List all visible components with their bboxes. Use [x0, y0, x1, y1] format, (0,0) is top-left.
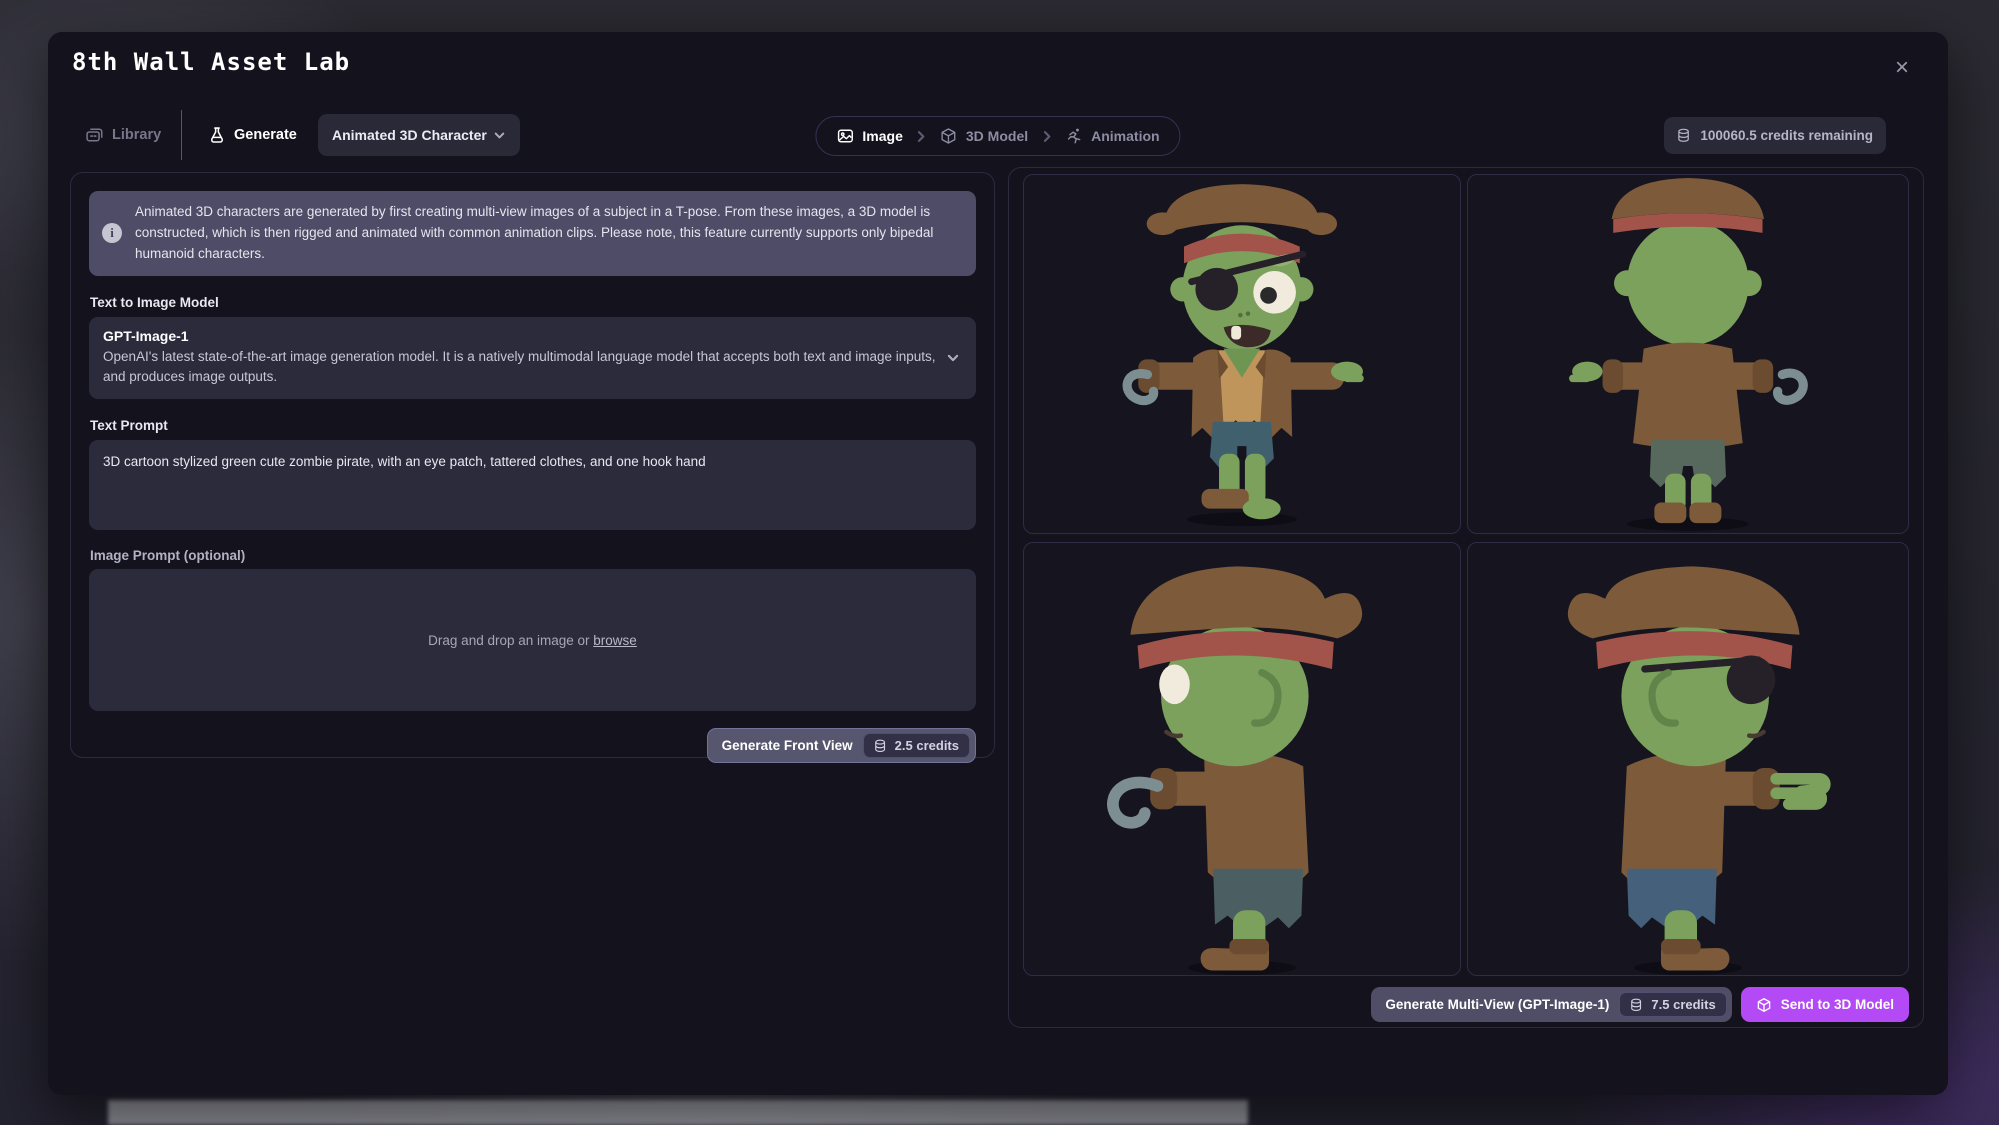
model-name: GPT-Image-1: [103, 328, 936, 344]
cube-icon: [1756, 997, 1772, 1013]
preview-tile-back-view[interactable]: [1467, 174, 1909, 534]
tab-generate[interactable]: Generate: [208, 113, 297, 157]
character-type-dropdown[interactable]: Animated 3D Character: [318, 114, 520, 156]
step-animation[interactable]: Animation: [1065, 127, 1159, 145]
background-floor-highlight: [108, 1100, 1248, 1125]
info-banner-text: Animated 3D characters are generated by …: [135, 202, 960, 265]
zombie-pirate-front-render: [1120, 175, 1364, 533]
generate-multiview-label: Generate Multi-View (GPT-Image-1): [1385, 997, 1609, 1012]
preview-grid: [1023, 174, 1909, 976]
page-title: 8th Wall Asset Lab: [72, 48, 350, 76]
zombie-pirate-left-side-render: [1098, 543, 1386, 975]
preview-tile-left-side-view[interactable]: [1023, 542, 1461, 976]
running-person-icon: [1065, 127, 1083, 145]
step-image[interactable]: Image: [836, 127, 902, 145]
image-dropzone[interactable]: Drag and drop an image or browse: [89, 569, 976, 711]
step-animation-label: Animation: [1091, 128, 1159, 144]
model-field-label: Text to Image Model: [90, 295, 976, 310]
text-to-image-model-select[interactable]: GPT-Image-1 OpenAI's latest state-of-the…: [89, 317, 976, 400]
multiview-cost: 7.5 credits: [1651, 997, 1715, 1012]
credits-remaining-text: 100060.5 credits remaining: [1700, 128, 1873, 143]
chevron-down-icon: [946, 351, 960, 365]
step-image-label: Image: [862, 128, 902, 144]
workflow-stepper: Image 3D Model: [815, 116, 1180, 156]
chevron-down-icon: [493, 129, 506, 142]
image-icon: [836, 127, 854, 145]
toolbar-divider: [181, 110, 182, 160]
flask-icon: [208, 126, 226, 144]
asset-lab-modal: 8th Wall Asset Lab × Library Generate: [48, 32, 1948, 1095]
close-button[interactable]: ×: [1886, 52, 1918, 84]
character-type-value: Animated 3D Character: [332, 127, 487, 143]
credits-remaining-badge: 100060.5 credits remaining: [1664, 117, 1886, 154]
zombie-pirate-back-render: [1566, 175, 1810, 533]
tab-library[interactable]: Library: [85, 113, 161, 157]
toolbar: Library Generate Animated 3D Character: [48, 113, 1948, 157]
image-prompt-label: Image Prompt (optional): [90, 548, 976, 563]
chevron-right-icon: [1040, 130, 1053, 143]
library-icon: [85, 126, 104, 145]
text-prompt-label: Text Prompt: [90, 418, 976, 433]
step-3d-model[interactable]: 3D Model: [940, 127, 1028, 145]
preview-tile-front-view[interactable]: [1023, 174, 1461, 534]
front-view-cost-pill: 2.5 credits: [863, 733, 970, 758]
preview-tile-right-side-view[interactable]: [1467, 542, 1909, 976]
multiview-preview-card: Generate Multi-View (GPT-Image-1) 7.5 cr…: [1008, 167, 1924, 1028]
step-3d-model-label: 3D Model: [966, 128, 1028, 144]
tab-generate-label: Generate: [234, 127, 297, 143]
browse-link[interactable]: browse: [593, 633, 637, 648]
text-prompt-input[interactable]: 3D cartoon stylized green cute zombie pi…: [89, 440, 976, 530]
tab-library-label: Library: [112, 127, 161, 143]
dropzone-text: Drag and drop an image or: [428, 633, 593, 648]
chevron-right-icon: [915, 130, 928, 143]
send-to-3d-model-label: Send to 3D Model: [1781, 997, 1894, 1012]
preview-actions-row: Generate Multi-View (GPT-Image-1) 7.5 cr…: [1023, 987, 1909, 1022]
front-view-cost: 2.5 credits: [895, 738, 959, 753]
zombie-pirate-right-side-render: [1544, 543, 1832, 975]
generate-front-view-label: Generate Front View: [722, 738, 853, 753]
multiview-cost-pill: 7.5 credits: [1619, 992, 1726, 1017]
coins-icon: [1677, 128, 1692, 143]
coins-icon: [874, 739, 888, 753]
generate-front-view-button[interactable]: Generate Front View 2.5 credits: [707, 728, 976, 763]
info-icon: i: [102, 223, 122, 243]
model-description: OpenAI's latest state-of-the-art image g…: [103, 347, 936, 388]
cube-icon: [940, 127, 958, 145]
coins-icon: [1630, 998, 1644, 1012]
info-banner: i Animated 3D characters are generated b…: [89, 191, 976, 276]
generation-form-card: i Animated 3D characters are generated b…: [70, 172, 995, 758]
send-to-3d-model-button[interactable]: Send to 3D Model: [1741, 987, 1909, 1022]
generate-multiview-button[interactable]: Generate Multi-View (GPT-Image-1) 7.5 cr…: [1371, 987, 1731, 1022]
